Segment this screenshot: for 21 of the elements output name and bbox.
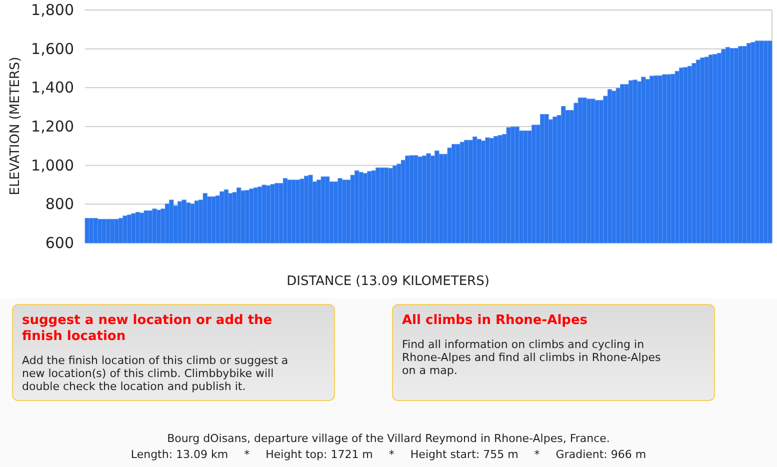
axis-tick-label: 600 bbox=[45, 234, 74, 252]
card-text: Find all information on climbs and cycling in Rhone-Alpes and find all climbs in Rhone-Alpes on a map. bbox=[402, 338, 662, 377]
separator-text: * bbox=[534, 447, 540, 463]
axis-title: DISTANCE (13.09 KILOMETERS) bbox=[286, 274, 490, 289]
stat-text: Gradient: 966 m bbox=[556, 447, 646, 463]
card-title[interactable]: All climbs in Rhone-Alpes bbox=[402, 313, 664, 329]
stat-text: Height start: 755 m bbox=[410, 447, 518, 463]
axis-tick-label: 800 bbox=[45, 195, 74, 214]
card-text: Add the finish location of this climb or suggest a new location(s) of this climb. Climbbybike will double check the location and publish it. bbox=[22, 354, 290, 393]
stat-text: Length: 13.09 km bbox=[130, 447, 228, 463]
stat-text: Height top: 1721 m bbox=[266, 447, 373, 463]
separator-text: * bbox=[244, 447, 250, 463]
axis-tick-label: 1,800 bbox=[31, 1, 74, 19]
separator-text: * bbox=[388, 447, 394, 463]
axis-tick-label: 1,200 bbox=[31, 118, 74, 136]
axis-tick-label: 1,400 bbox=[31, 78, 74, 97]
card-title[interactable]: suggest a new location or add the finish location bbox=[22, 313, 312, 345]
axis-tick-label: 1,600 bbox=[31, 40, 74, 58]
axis-tick-label: 1,000 bbox=[31, 156, 74, 174]
climb-description: Bourg dOisans, departure village of the Villard Reymond in Rhone-Alpes, France. bbox=[167, 431, 610, 447]
axis-title: ELEVATION (METERS) bbox=[8, 56, 23, 196]
